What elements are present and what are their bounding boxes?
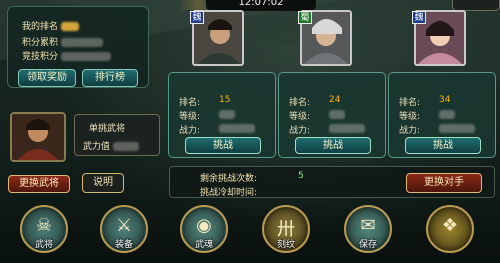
- opponent-2-level-label: 等级:: [289, 112, 311, 122]
- my-general-portrait[interactable]: [10, 112, 66, 162]
- opponent-2-rank-value: 24: [329, 95, 341, 105]
- points-value-blurred: [60, 38, 103, 47]
- nav-soul-label: 武魂: [194, 240, 213, 250]
- my-rank-label: 我的排名: [22, 22, 59, 32]
- claim-reward-button[interactable]: 领取奖励: [18, 69, 76, 87]
- points-row: 积分累积: [22, 35, 103, 48]
- duel-general-label: 单挑武将: [89, 124, 126, 134]
- opponent-1-power-blurred: [219, 124, 255, 133]
- opponent-3-kingdom-badge: 魏: [412, 11, 426, 24]
- opponent-2-challenge-button[interactable]: 挑战: [295, 137, 371, 154]
- opponent-3-card: 排名: 34 等级: 战力: 挑战: [388, 72, 496, 158]
- rank-panel: 我的排名 积分累积 竞技积分 领取奖励 排行榜: [7, 6, 149, 88]
- opponent-1-rank-value: 15: [219, 95, 231, 105]
- opponent-2-kingdom-badge: 蜀: [298, 11, 312, 24]
- opponent-1-card: 排名: 15 等级: 战力: 挑战: [168, 72, 276, 158]
- opponent-2-power-blurred: [329, 124, 365, 133]
- general-portrait-image: [12, 114, 64, 160]
- points-label: 积分累积: [22, 38, 59, 48]
- my-rank-row: 我的排名: [22, 19, 79, 32]
- cooldown-label: 挑战冷却时间:: [200, 188, 258, 198]
- arena-points-row: 竞技积分: [22, 49, 111, 62]
- nav-engrave-label: 刻纹: [276, 240, 295, 250]
- coin-icon: ❖: [441, 215, 459, 236]
- opponent-2-kingdom: 蜀: [300, 13, 310, 23]
- bottom-nav-bar: [0, 200, 500, 263]
- opponent-3-kingdom: 魏: [414, 13, 424, 23]
- equipment-icon: ⚔: [115, 215, 133, 236]
- general-icon: ☠: [35, 215, 53, 236]
- opponent-3-power-blurred: [439, 124, 475, 133]
- soul-icon: ◉: [196, 215, 212, 236]
- general-info-panel: 单挑武将 武力值: [74, 114, 160, 156]
- opponent-2-rank-label: 排名:: [289, 98, 311, 108]
- challenges-left-label: 剩余挑战次数:: [200, 174, 258, 184]
- save-icon: ✉: [360, 215, 376, 236]
- nav-engrave-button[interactable]: 卅 刻纹: [262, 205, 310, 255]
- help-button[interactable]: 说明: [82, 173, 124, 193]
- nav-soul-button[interactable]: ◉ 武魂: [180, 205, 228, 255]
- nav-general-label: 武将: [34, 240, 53, 250]
- my-rank-value-blurred: [60, 22, 79, 31]
- opponent-3-rank-label: 排名:: [399, 98, 421, 108]
- change-opponent-button[interactable]: 更换对手: [406, 173, 482, 193]
- opponent-3-level-blurred: [439, 110, 455, 119]
- opponent-1-level-label: 等级:: [179, 112, 201, 122]
- leaderboard-button[interactable]: 排行榜: [82, 69, 138, 87]
- nav-coin-button[interactable]: ❖: [426, 205, 474, 255]
- opponent-2-power-label: 战力:: [289, 126, 311, 136]
- opponent-1-challenge-button[interactable]: 挑战: [185, 137, 261, 154]
- nav-equipment-button[interactable]: ⚔ 装备: [100, 205, 148, 255]
- arena-points-label: 竞技积分: [22, 52, 59, 62]
- opponent-3-power-label: 战力:: [399, 126, 421, 136]
- opponent-1-rank-label: 排名:: [179, 98, 201, 108]
- power-row: 武力值: [83, 139, 139, 152]
- power-value-blurred: [112, 142, 139, 151]
- arena-points-value-blurred: [60, 52, 111, 61]
- opponent-1-power-label: 战力:: [179, 126, 201, 136]
- opponent-2-level-blurred: [329, 110, 345, 119]
- opponent-3-level-label: 等级:: [399, 112, 421, 122]
- opponent-2-card: 排名: 24 等级: 战力: 挑战: [278, 72, 386, 158]
- opponent-1-level-blurred: [219, 110, 235, 119]
- opponent-3-challenge-button[interactable]: 挑战: [405, 137, 481, 154]
- nav-general-button[interactable]: ☠ 武将: [20, 205, 68, 255]
- change-general-button[interactable]: 更换武将: [8, 175, 70, 193]
- nav-save-button[interactable]: ✉ 保存: [344, 205, 392, 255]
- nav-save-label: 保存: [358, 240, 377, 250]
- opponent-3-rank-value: 34: [439, 95, 451, 105]
- challenges-left-value: 5: [298, 171, 304, 181]
- opponent-1-kingdom: 魏: [192, 13, 202, 23]
- nav-equipment-label: 装备: [114, 240, 133, 250]
- power-label: 武力值: [83, 142, 111, 152]
- remaining-challenges-panel: 剩余挑战次数: 5 挑战冷却时间: 更换对手: [169, 166, 495, 198]
- opponent-1-kingdom-badge: 魏: [190, 11, 204, 24]
